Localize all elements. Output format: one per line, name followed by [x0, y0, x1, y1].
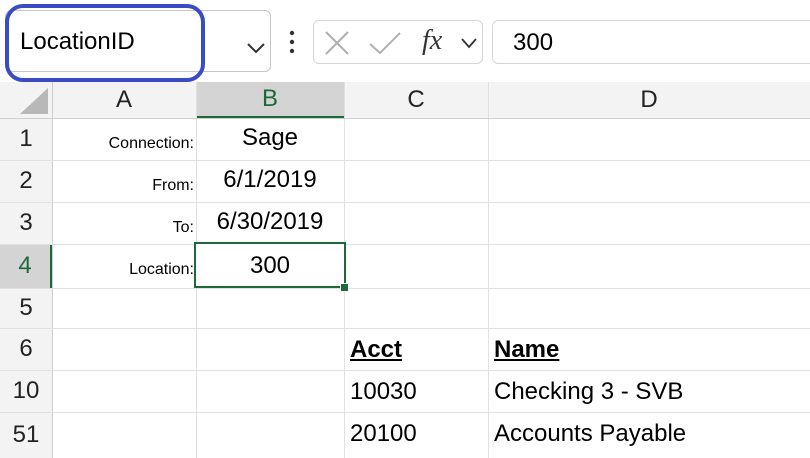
cell-a1[interactable]: Connection:: [52, 118, 194, 160]
cell-b1[interactable]: Sage: [196, 118, 344, 160]
fill-handle[interactable]: [340, 283, 349, 292]
row-header-6[interactable]: 6: [0, 328, 52, 370]
row-header-10[interactable]: 10: [0, 370, 52, 412]
gridline: [0, 288, 810, 289]
spreadsheet-grid: A B C D 1 2 3 4 5 6 10 51 Connection: Fr…: [0, 82, 810, 458]
cell-d51[interactable]: Accounts Payable: [494, 412, 804, 454]
row-header-3[interactable]: 3: [0, 202, 52, 244]
cell-b2[interactable]: 6/1/2019: [196, 160, 344, 202]
cell-c6[interactable]: Acct: [350, 328, 486, 370]
annotation-highlight-box: [5, 4, 205, 82]
formula-bar-area: LocationID fx 300: [0, 0, 810, 82]
cell-b4-active[interactable]: 300: [194, 242, 346, 288]
column-header-a[interactable]: A: [52, 82, 196, 118]
formula-buttons: fx: [313, 20, 483, 64]
more-vertical-icon[interactable]: [288, 28, 296, 58]
column-header-d[interactable]: D: [488, 82, 810, 118]
cell-a4[interactable]: Location:: [52, 244, 194, 288]
chevron-down-icon[interactable]: [246, 41, 266, 55]
select-all-button[interactable]: [0, 82, 52, 118]
chevron-down-icon[interactable]: [460, 37, 478, 49]
cell-d6[interactable]: Name: [494, 328, 804, 370]
cell-b3[interactable]: 6/30/2019: [196, 202, 344, 244]
cell-c10[interactable]: 10030: [350, 370, 486, 412]
cell-a2[interactable]: From:: [52, 160, 194, 202]
cell-c51[interactable]: 20100: [350, 412, 486, 454]
formula-input[interactable]: 300: [492, 20, 810, 64]
row-header-1[interactable]: 1: [0, 118, 52, 160]
column-header-c[interactable]: C: [344, 82, 488, 118]
fx-icon[interactable]: fx: [422, 25, 442, 57]
row-header-4[interactable]: 4: [0, 244, 52, 288]
row-header-2[interactable]: 2: [0, 160, 52, 202]
select-all-triangle-icon: [20, 88, 48, 114]
cell-d10[interactable]: Checking 3 - SVB: [494, 370, 804, 412]
column-header-b[interactable]: B: [196, 82, 344, 118]
gridline: [488, 82, 489, 458]
row-header-51[interactable]: 51: [0, 412, 52, 458]
cell-a3[interactable]: To:: [52, 202, 194, 244]
cancel-icon[interactable]: [324, 30, 350, 56]
enter-check-icon[interactable]: [368, 30, 402, 56]
formula-value[interactable]: 300: [513, 27, 553, 59]
row-header-5[interactable]: 5: [0, 288, 52, 328]
